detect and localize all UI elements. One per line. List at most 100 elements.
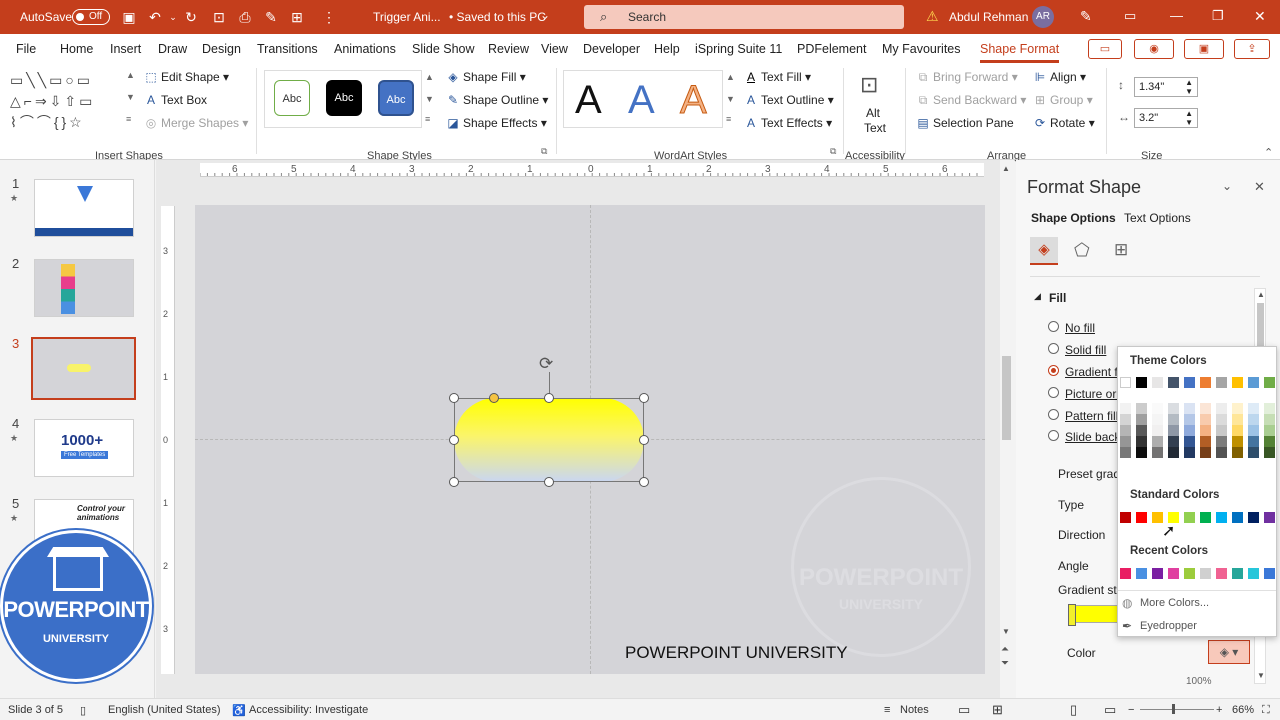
standard-color-swatch[interactable]	[1264, 512, 1275, 523]
resize-handle[interactable]	[639, 435, 649, 445]
tab-insert[interactable]: Insert	[110, 42, 141, 56]
wordart-dialog-launcher-icon[interactable]: ⧉	[830, 146, 836, 157]
theme-color-swatch[interactable]	[1136, 377, 1147, 388]
styles-scroll-down-icon[interactable]: ▼	[425, 94, 434, 104]
theme-shade-swatch[interactable]	[1264, 414, 1275, 425]
recent-color-swatch[interactable]	[1184, 568, 1195, 579]
text-fill-button[interactable]: A Text Fill ▾	[744, 70, 811, 84]
selection-pane-button[interactable]: ▤ Selection Pane	[916, 116, 1013, 130]
option-picture-fill[interactable]: Picture or t	[1065, 387, 1123, 401]
send-backward-button[interactable]: ⧉ Send Backward ▾	[916, 93, 1027, 108]
restore-icon[interactable]: ❐	[1212, 8, 1224, 24]
search-box[interactable]: ⌕ Search	[584, 5, 904, 29]
theme-shade-swatch[interactable]	[1136, 414, 1147, 425]
theme-color-swatch[interactable]	[1152, 377, 1163, 388]
theme-shade-swatch[interactable]	[1232, 436, 1243, 447]
slide-thumbnail-2[interactable]	[34, 259, 134, 317]
tab-shape-options[interactable]: Shape Options	[1031, 211, 1116, 225]
wordart-orange[interactable]: A	[680, 78, 708, 123]
tab-pdfelement[interactable]: PDFelement	[797, 42, 866, 56]
fill-line-icon[interactable]: ◈	[1030, 237, 1058, 265]
resize-handle[interactable]	[449, 477, 459, 487]
dialog-launcher-icon[interactable]: ⧉	[541, 146, 547, 157]
tab-file[interactable]: File	[16, 42, 36, 56]
theme-shade-swatch[interactable]	[1200, 414, 1211, 425]
pane-scroll-up-icon[interactable]: ▲	[1257, 290, 1265, 299]
slide-thumbnail-4[interactable]: 1000+ Free Templates	[34, 419, 134, 477]
avatar[interactable]: AR	[1032, 6, 1054, 28]
theme-shade-swatch[interactable]	[1232, 447, 1243, 458]
normal-view-icon[interactable]: ▭	[958, 702, 970, 718]
document-title[interactable]: Trigger Ani...	[373, 10, 441, 24]
tab-developer[interactable]: Developer	[583, 42, 640, 56]
standard-color-swatch[interactable]	[1248, 512, 1259, 523]
adjust-handle[interactable]	[489, 393, 499, 403]
new-slide-icon[interactable]: ⊞	[288, 8, 306, 26]
close-icon[interactable]: ✕	[1254, 8, 1266, 25]
radio-picture-fill[interactable]	[1048, 387, 1059, 398]
fit-to-window-icon[interactable]: ⛶	[1262, 704, 1270, 717]
theme-shade-swatch[interactable]	[1184, 436, 1195, 447]
styles-scroll-up-icon[interactable]: ▲	[425, 72, 434, 82]
size-properties-icon[interactable]: ⊞	[1114, 240, 1128, 260]
chevron-down-icon[interactable]: ⌄	[540, 8, 550, 22]
theme-shade-swatch[interactable]	[1168, 403, 1179, 414]
shape-outline-button[interactable]: ✎ Shape Outline ▾	[446, 93, 548, 107]
tab-ispring[interactable]: iSpring Suite 11	[695, 42, 782, 56]
option-gradient-fill[interactable]: Gradient fi	[1065, 365, 1120, 379]
zoom-level[interactable]: 66%	[1232, 704, 1254, 716]
width-input[interactable]: 3.2" ▲ ▼	[1134, 108, 1198, 128]
pen-icon[interactable]: ✎	[1080, 8, 1092, 25]
shape-fill-button[interactable]: ◈ Shape Fill ▾	[446, 70, 525, 84]
tab-text-options[interactable]: Text Options	[1124, 211, 1191, 225]
undo-dropdown-icon[interactable]: ⌄	[164, 8, 182, 26]
theme-shade-swatch[interactable]	[1136, 403, 1147, 414]
theme-shade-swatch[interactable]	[1120, 414, 1131, 425]
save-icon[interactable]: ▣	[120, 8, 138, 26]
warning-icon[interactable]: ⚠	[926, 8, 939, 25]
theme-shade-swatch[interactable]	[1248, 436, 1259, 447]
slide-counter[interactable]: Slide 3 of 5	[8, 704, 63, 716]
theme-shade-swatch[interactable]	[1216, 414, 1227, 425]
radio-pattern-fill[interactable]	[1048, 409, 1059, 420]
scroll-down-icon[interactable]: ▼	[1002, 627, 1010, 636]
theme-shade-swatch[interactable]	[1136, 447, 1147, 458]
theme-shade-swatch[interactable]	[1184, 414, 1195, 425]
theme-shade-swatch[interactable]	[1184, 425, 1195, 436]
theme-shade-swatch[interactable]	[1232, 414, 1243, 425]
color-picker-button[interactable]: ◈ ▾	[1208, 640, 1250, 664]
option-no-fill[interactable]: No fill	[1065, 321, 1095, 335]
format-painter-icon[interactable]: ✎	[262, 8, 280, 26]
standard-color-swatch[interactable]	[1216, 512, 1227, 523]
option-solid-fill[interactable]: Solid fill	[1065, 343, 1106, 357]
theme-shade-swatch[interactable]	[1232, 403, 1243, 414]
slide-thumbnail-1[interactable]	[34, 179, 134, 237]
standard-color-swatch[interactable]	[1232, 512, 1243, 523]
tab-slide-show[interactable]: Slide Show	[412, 42, 475, 56]
theme-shade-swatch[interactable]	[1152, 447, 1163, 458]
align-button[interactable]: ⊫ Align ▾	[1033, 70, 1086, 84]
recent-color-swatch[interactable]	[1136, 568, 1147, 579]
theme-shade-swatch[interactable]	[1120, 425, 1131, 436]
tab-view[interactable]: View	[541, 42, 568, 56]
theme-color-swatch[interactable]	[1248, 377, 1259, 388]
recent-color-swatch[interactable]	[1264, 568, 1275, 579]
theme-shade-swatch[interactable]	[1248, 403, 1259, 414]
recent-color-swatch[interactable]	[1152, 568, 1163, 579]
slide-show-icon[interactable]: ▭	[1104, 702, 1116, 718]
theme-color-swatch[interactable]	[1264, 377, 1275, 388]
zoom-slider-thumb[interactable]	[1172, 704, 1175, 714]
pane-options-chevron-icon[interactable]: ⌄	[1222, 179, 1232, 193]
bring-forward-button[interactable]: ⧉ Bring Forward ▾	[916, 70, 1018, 85]
text-outline-button[interactable]: A Text Outline ▾	[744, 93, 834, 107]
theme-shade-swatch[interactable]	[1216, 425, 1227, 436]
rotate-button[interactable]: ⟳ Rotate ▾	[1033, 116, 1095, 130]
slide-sorter-icon[interactable]: ⊞	[992, 702, 1003, 718]
recent-color-swatch[interactable]	[1168, 568, 1179, 579]
radio-solid-fill[interactable]	[1048, 343, 1059, 354]
standard-color-swatch[interactable]	[1200, 512, 1211, 523]
tab-shape-format[interactable]: Shape Format	[980, 42, 1060, 63]
rotate-handle-icon[interactable]: ⟳	[539, 354, 553, 374]
footer-text[interactable]: POWERPOINT UNIVERSITY	[625, 643, 848, 663]
tab-animations[interactable]: Animations	[334, 42, 396, 56]
